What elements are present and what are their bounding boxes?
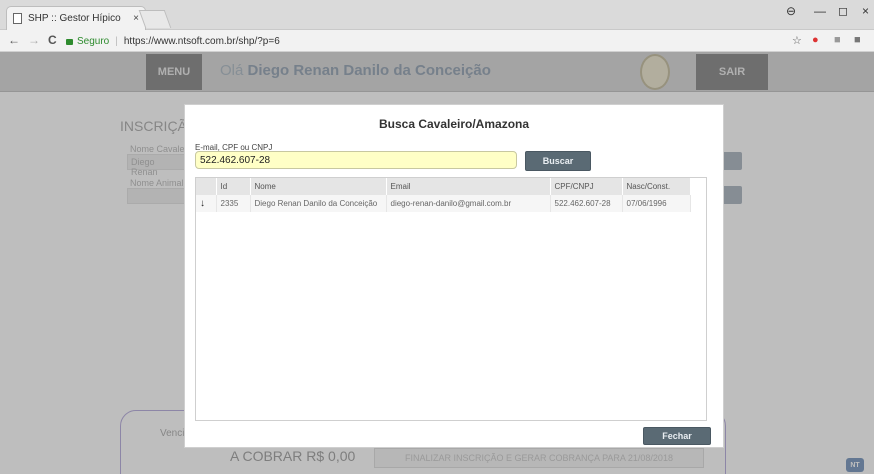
url-field[interactable]: Seguro | https://www.ntsoft.com.br/shp/?… bbox=[66, 33, 280, 49]
search-button[interactable]: Buscar bbox=[525, 151, 591, 171]
column-header[interactable]: CPF/CNPJ bbox=[550, 178, 623, 195]
browser-tab-bar: SHP :: Gestor Hípico × ⊖ — ◻ × bbox=[0, 0, 874, 30]
column-header[interactable]: Nasc/Const. bbox=[622, 178, 691, 195]
url-text: https://www.ntsoft.com.br/shp/?p=6 bbox=[123, 35, 280, 47]
secure-label: Seguro bbox=[77, 35, 110, 47]
column-header[interactable]: Nome bbox=[250, 178, 387, 195]
maximize-button[interactable]: ◻ bbox=[838, 4, 848, 18]
account-icon[interactable]: ⊖ bbox=[786, 4, 796, 18]
cell-birth-date: 07/06/1996 bbox=[622, 195, 691, 212]
search-rider-dialog: Busca Cavaleiro/Amazona E-mail, CPF ou C… bbox=[184, 104, 724, 448]
page-favicon-icon bbox=[13, 13, 22, 24]
extension-icon[interactable]: ■ bbox=[854, 34, 861, 46]
forward-icon[interactable]: → bbox=[28, 33, 40, 47]
column-header[interactable]: Email bbox=[386, 178, 551, 195]
tab-close-icon[interactable]: × bbox=[133, 13, 139, 24]
tab-title: SHP :: Gestor Hípico bbox=[28, 13, 121, 24]
abp-icon[interactable]: ● bbox=[812, 34, 819, 46]
reload-icon[interactable]: C bbox=[48, 33, 57, 47]
select-row-icon[interactable]: ↓ bbox=[196, 195, 217, 212]
close-window-button[interactable]: × bbox=[862, 4, 869, 18]
dialog-title: Busca Cavaleiro/Amazona bbox=[378, 117, 530, 131]
cell-name: Diego Renan Danilo da Conceição bbox=[250, 195, 387, 212]
minimize-button[interactable]: — bbox=[814, 4, 826, 18]
browser-tab[interactable]: SHP :: Gestor Hípico × bbox=[6, 6, 146, 30]
star-icon[interactable]: ☆ bbox=[792, 34, 802, 47]
close-button[interactable]: Fechar bbox=[643, 427, 711, 445]
url-separator: | bbox=[115, 35, 118, 47]
table-row[interactable]: ↓ 2335 Diego Renan Danilo da Conceição d… bbox=[196, 195, 691, 212]
new-tab-button[interactable] bbox=[138, 10, 172, 28]
search-input[interactable] bbox=[195, 151, 517, 169]
select-column-header bbox=[196, 178, 217, 195]
back-icon[interactable]: ← bbox=[8, 33, 20, 47]
column-header[interactable]: Id bbox=[216, 178, 251, 195]
results-table: Id Nome Email CPF/CNPJ Nasc/Const. ↓ 233… bbox=[195, 177, 707, 421]
cell-email: diego-renan-danilo@gmail.com.br bbox=[386, 195, 551, 212]
cell-cpf: 522.462.607-28 bbox=[550, 195, 623, 212]
lock-icon bbox=[66, 39, 73, 45]
extension-icon[interactable]: ■ bbox=[834, 34, 841, 46]
address-bar: ← → C Seguro | https://www.ntsoft.com.br… bbox=[0, 30, 874, 52]
cell-id: 2335 bbox=[216, 195, 251, 212]
